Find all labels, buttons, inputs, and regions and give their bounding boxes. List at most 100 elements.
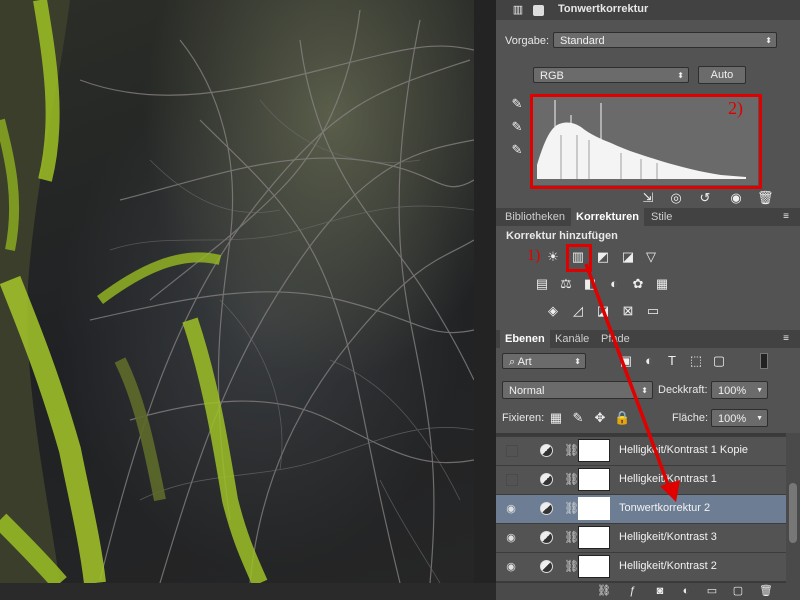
- selective-color-icon[interactable]: ⊠: [620, 303, 636, 319]
- layer-row[interactable]: ⛓ Helligkeit/Kontrast 1 Kopie: [496, 436, 786, 465]
- new-layer-icon[interactable]: ▢: [730, 583, 746, 599]
- link-layers-icon[interactable]: ⛓: [596, 583, 612, 599]
- filter-adjustment-icon[interactable]: ◐: [641, 353, 657, 369]
- filter-shape-icon[interactable]: ⬚: [688, 353, 704, 369]
- vibrance-icon[interactable]: ▽: [643, 249, 659, 265]
- gradient-map-icon[interactable]: ▭: [645, 303, 661, 319]
- auto-button[interactable]: Auto: [698, 66, 746, 84]
- layer-mask-thumbnail[interactable]: [578, 439, 610, 462]
- fx-icon[interactable]: ƒ: [624, 583, 640, 599]
- tab-stile[interactable]: Stile: [646, 208, 677, 226]
- tab-kanaele[interactable]: Kanäle: [550, 330, 594, 348]
- panel-menu-icon[interactable]: ≡: [778, 331, 794, 347]
- layers-footer: ⛓ ƒ ◙ ◐ ▭ ▢ 🗑: [496, 583, 800, 600]
- link-icon[interactable]: ⛓: [564, 501, 579, 515]
- eye-icon[interactable]: ◉: [504, 560, 518, 574]
- layer-name: Helligkeit/Kontrast 2: [619, 560, 717, 572]
- link-icon[interactable]: ⛓: [564, 530, 579, 544]
- gray-point-eyedropper-icon[interactable]: ✎: [509, 119, 525, 135]
- blend-mode-dropdown[interactable]: Normal ⬍: [502, 381, 653, 399]
- eye-icon[interactable]: ◉: [728, 190, 744, 206]
- channel-mixer-icon[interactable]: ✿: [630, 276, 646, 292]
- lock-transparency-icon[interactable]: ▦: [548, 410, 564, 426]
- document-canvas[interactable]: [0, 0, 474, 583]
- filter-pixel-icon[interactable]: ▣: [618, 353, 634, 369]
- layer-row[interactable]: ◉ ⛓ Helligkeit/Kontrast 3: [496, 523, 786, 552]
- filter-toggle[interactable]: [760, 353, 768, 369]
- color-lookup-icon[interactable]: ▦: [654, 276, 670, 292]
- trash-icon[interactable]: 🗑: [757, 190, 774, 206]
- layer-filter-dropdown[interactable]: ⌕ Art ⬍: [502, 353, 586, 369]
- preset-dropdown[interactable]: Standard ⬍: [553, 32, 777, 48]
- fill-input[interactable]: 100% ▼: [711, 409, 768, 427]
- curves-icon[interactable]: ◩: [595, 249, 611, 265]
- black-point-eyedropper-icon[interactable]: ✎: [509, 96, 525, 112]
- scrollbar-thumb[interactable]: [789, 483, 797, 543]
- layer-name: Helligkeit/Kontrast 1: [619, 473, 717, 485]
- canvas-scrollbar[interactable]: [0, 583, 496, 600]
- layer-filter-value: Art: [517, 356, 532, 368]
- adjustment-layer-icon: [540, 531, 553, 544]
- link-icon[interactable]: ⛓: [564, 559, 579, 573]
- blend-mode-value: Normal: [509, 385, 545, 397]
- layers-scrollbar[interactable]: [786, 433, 800, 583]
- updown-arrow-icon: ⬍: [574, 357, 581, 366]
- eye-icon[interactable]: ◉: [504, 531, 518, 545]
- layer-name: Tonwertkorrektur 2: [619, 502, 711, 514]
- reset-icon[interactable]: ↺: [697, 190, 713, 206]
- updown-arrow-icon: ⬍: [641, 386, 648, 395]
- view-previous-icon[interactable]: ◎: [668, 190, 684, 206]
- layer-row-selected[interactable]: ◉ ⛓ Tonwertkorrektur 2: [496, 494, 786, 523]
- properties-title: Tonwertkorrektur: [558, 3, 649, 15]
- channel-dropdown[interactable]: RGB ⬍: [533, 67, 689, 83]
- new-group-icon[interactable]: ▭: [704, 583, 720, 599]
- hue-saturation-icon[interactable]: ▤: [534, 276, 550, 292]
- black-white-icon[interactable]: ◧: [582, 276, 598, 292]
- tab-pfade[interactable]: Pfade: [596, 330, 635, 348]
- clip-to-layer-icon[interactable]: ⇲: [640, 190, 656, 206]
- tab-bibliotheken[interactable]: Bibliotheken: [500, 208, 570, 226]
- search-icon: ⌕: [509, 356, 516, 368]
- visibility-toggle-off[interactable]: [506, 445, 518, 457]
- exposure-icon[interactable]: ◪: [620, 249, 636, 265]
- eye-icon[interactable]: ◉: [504, 502, 518, 516]
- opacity-input[interactable]: 100% ▼: [711, 381, 768, 399]
- filter-smartobject-icon[interactable]: ▢: [711, 353, 727, 369]
- invert-icon[interactable]: ◈: [545, 303, 561, 319]
- updown-arrow-icon: ⬍: [677, 71, 684, 80]
- forest-photo: [0, 0, 474, 583]
- adjustment-layer-icon: [540, 502, 553, 515]
- properties-titlebar: ▥ Tonwertkorrektur: [496, 0, 800, 20]
- chevron-down-icon: ▼: [756, 415, 763, 422]
- white-point-eyedropper-icon[interactable]: ✎: [509, 142, 525, 158]
- tab-ebenen[interactable]: Ebenen: [500, 330, 550, 348]
- lock-pixels-icon[interactable]: ✎: [570, 410, 586, 426]
- lock-position-icon[interactable]: ✥: [592, 410, 608, 426]
- highlight-box-1: [566, 244, 592, 272]
- photo-filter-icon[interactable]: ◐: [606, 276, 622, 292]
- color-balance-icon[interactable]: ⚖: [558, 276, 574, 292]
- layer-row[interactable]: ◉ ⛓ Helligkeit/Kontrast 2: [496, 552, 786, 581]
- layer-mask-thumbnail[interactable]: [578, 468, 610, 491]
- add-mask-icon[interactable]: ◙: [652, 583, 668, 599]
- new-adjustment-icon[interactable]: ◐: [678, 583, 694, 599]
- opacity-label: Deckkraft:: [658, 384, 708, 396]
- layers-tabbar: Ebenen Kanäle Pfade ≡: [496, 330, 800, 348]
- preset-value: Standard: [560, 35, 605, 47]
- layer-row[interactable]: ⛓ Helligkeit/Kontrast 1: [496, 465, 786, 494]
- layer-mask-thumbnail[interactable]: [578, 526, 610, 549]
- visibility-toggle-off[interactable]: [506, 474, 518, 486]
- filter-type-icon[interactable]: T: [664, 353, 680, 369]
- tab-korrekturen[interactable]: Korrekturen: [571, 208, 644, 226]
- link-icon[interactable]: ⛓: [564, 443, 579, 457]
- chevron-down-icon: ▼: [756, 387, 763, 394]
- threshold-icon[interactable]: ◪: [595, 303, 611, 319]
- panel-menu-icon[interactable]: ≡: [778, 209, 794, 225]
- brightness-contrast-icon[interactable]: ☀: [545, 249, 561, 265]
- link-icon[interactable]: ⛓: [564, 472, 579, 486]
- posterize-icon[interactable]: ◿: [570, 303, 586, 319]
- layer-mask-thumbnail[interactable]: [578, 497, 610, 520]
- lock-all-icon[interactable]: 🔒: [614, 410, 630, 426]
- trash-icon[interactable]: 🗑: [758, 583, 774, 599]
- layer-mask-thumbnail[interactable]: [578, 555, 610, 578]
